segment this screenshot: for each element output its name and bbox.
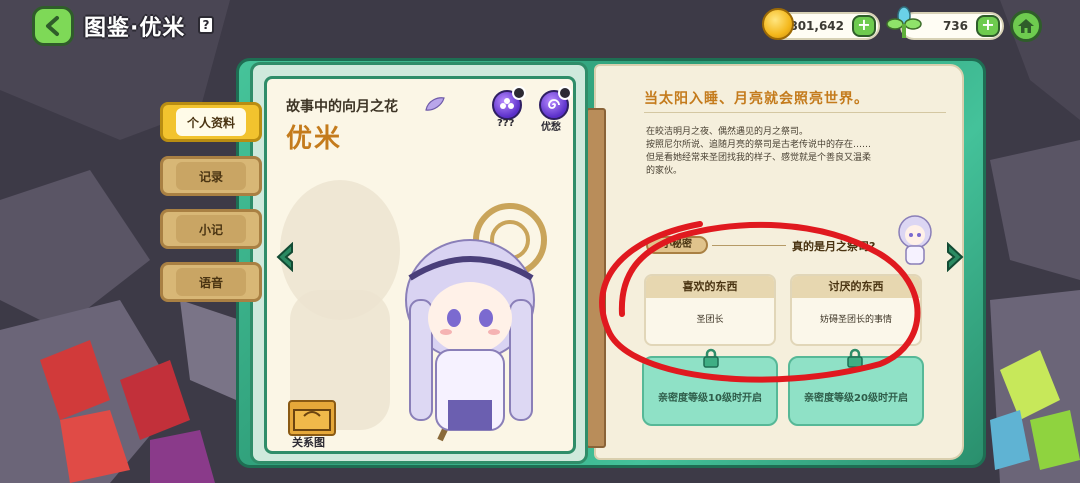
tab-label: 语音: [176, 268, 246, 296]
trivia-question: 真的是月之祭司?: [792, 240, 876, 253]
divider: [644, 112, 946, 113]
back-button[interactable]: [32, 6, 74, 46]
next-page-arrow-icon[interactable]: [944, 242, 966, 272]
likes-card: 喜欢的东西 圣团长: [644, 274, 776, 346]
character-description: 在皎洁明月之夜、偶然遇见的月之祭司。 按照尼尔所说、追随月亮的祭司是古老传说中的…: [646, 126, 946, 178]
prev-page-arrow-icon[interactable]: [274, 242, 296, 272]
description-line: 的家伙。: [646, 166, 683, 176]
page-divider: [586, 108, 606, 448]
gem-amount: 736: [942, 19, 968, 33]
relation-chart-button[interactable]: [288, 400, 336, 436]
tab-notes[interactable]: 小记: [160, 209, 262, 249]
lock-icon: [847, 348, 863, 368]
flower-gem-icon: [886, 6, 922, 38]
coin-icon: [762, 8, 794, 40]
search-icon: [512, 86, 526, 100]
page-title: 图鉴·优米: [84, 16, 186, 41]
add-coins-button[interactable]: +: [852, 15, 876, 37]
tab-profile[interactable]: 个人资料: [160, 102, 262, 142]
dislikes-value: 妨碍圣团长的事情: [819, 315, 892, 325]
chibi-avatar: [898, 215, 932, 265]
leaf-icon: [425, 97, 445, 111]
character-quote: 当太阳入睡、月亮就会照亮世界。: [644, 91, 869, 107]
description-line: 在皎洁明月之夜、偶然遇见的月之祭司。: [646, 127, 809, 137]
trivia-tag: 小秘密: [646, 236, 708, 254]
dislikes-card: 讨厌的东西 妨碍圣团长的事情: [790, 274, 922, 346]
likes-title: 喜欢的东西: [646, 276, 774, 298]
home-button[interactable]: [1010, 10, 1042, 42]
lock-icon: [703, 348, 719, 368]
swirl-icon: [548, 99, 560, 109]
tab-label: 小记: [176, 215, 246, 243]
chest-icon: [293, 409, 331, 431]
description-line: 但是看她经常来圣团找我的样子、感觉就是个善良又温柔: [646, 153, 872, 163]
search-icon: [558, 86, 572, 100]
chevron-left-icon: [46, 16, 59, 36]
divider: [712, 245, 786, 246]
tab-label: 记录: [176, 162, 246, 190]
tab-record[interactable]: 记录: [160, 156, 262, 196]
coin-amount: 801,642: [789, 19, 844, 33]
trait-label: 优愁: [541, 122, 561, 133]
relation-chart-label: 关系图: [292, 436, 325, 449]
dislikes-title: 讨厌的东西: [792, 276, 920, 298]
tab-label: 个人资料: [176, 108, 246, 136]
element-label: ???: [497, 118, 515, 129]
home-icon: [1018, 19, 1034, 33]
locked-label: 亲密度等级20级时开启: [804, 392, 908, 404]
description-line: 按照尼尔所说、追随月亮的祭司是古老传说中的存在……: [646, 140, 872, 150]
character-subtitle: 故事中的向月之花: [286, 99, 398, 115]
flower-icon: [500, 98, 514, 109]
help-button[interactable]: ?: [198, 16, 214, 34]
add-gems-button[interactable]: +: [976, 15, 1000, 37]
likes-value: 圣团长: [696, 315, 724, 325]
tab-voice[interactable]: 语音: [160, 262, 262, 302]
locked-label: 亲密度等级10级时开启: [658, 392, 762, 404]
